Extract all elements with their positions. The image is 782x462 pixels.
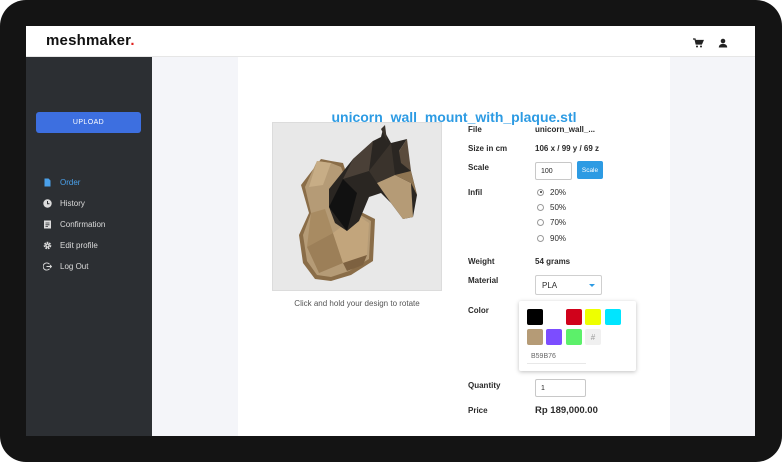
rotate-hint: Click and hold your design to rotate [294,299,420,308]
weight-value: 54 grams [535,257,571,266]
scale-button[interactable]: Scale [577,161,603,179]
model-preview[interactable] [272,122,442,291]
infill-option-90[interactable]: 90% [537,233,566,243]
sidebar-item-log-out[interactable]: Log Out [42,259,89,273]
color-swatch-red[interactable] [566,309,582,325]
logout-icon [42,261,53,271]
color-swatch-white[interactable] [546,309,562,325]
size-label: Size in cm [468,144,508,153]
material-label: Material [468,276,499,285]
top-navbar: meshmaker. [26,26,755,57]
radio-button[interactable] [537,218,544,226]
color-swatch-green[interactable] [566,329,582,345]
infill-option-label: 70% [550,217,567,227]
sidebar-item-confirmation[interactable]: Confirmation [43,217,105,231]
sidebar: UPLOAD Order History Confirmation Edit p… [26,57,152,436]
infill-option-70[interactable]: 70% [537,217,566,227]
clock-icon [43,198,52,208]
sidebar-item-order[interactable]: Order [43,175,80,189]
sidebar-item-label: Edit profile [60,240,98,250]
app-window: meshmaker. UPLOAD Order History Confirma… [26,26,755,436]
upload-button[interactable]: UPLOAD [36,112,141,133]
color-swatch-yellow[interactable] [585,309,601,325]
color-swatch-black[interactable] [527,309,543,325]
sidebar-item-edit-profile[interactable]: Edit profile [43,238,98,252]
sidebar-item-history[interactable]: History [43,196,85,210]
sidebar-item-label: History [60,198,85,208]
cart-icon[interactable] [692,36,704,48]
infill-option-label: 20% [550,187,567,197]
logo[interactable]: meshmaker. [46,32,135,49]
price-label: Price [468,406,488,415]
color-label: Color [468,306,489,315]
custom-color-swatch[interactable]: # [585,329,601,345]
color-swatch-cyan[interactable] [605,309,621,325]
chevron-down-icon [589,284,595,287]
price-value: Rp 189,000.00 [535,405,598,416]
infill-option-50[interactable]: 50% [537,202,566,212]
color-picker: # [519,301,636,371]
device-frame: meshmaker. UPLOAD Order History Confirma… [0,0,782,462]
document-icon [43,220,52,229]
file-icon [43,178,52,187]
color-swatch-purple[interactable] [546,329,562,345]
scale-input[interactable] [535,162,572,180]
material-select[interactable]: PLA [535,275,602,295]
file-value: unicorn_wall_... [535,125,596,134]
radio-button[interactable] [537,234,544,242]
material-value: PLA [542,280,558,290]
logo-dot: . [130,32,135,49]
logo-text: meshmaker [46,32,131,49]
size-value: 106 x / 99 y / 69 z [535,144,600,153]
infill-label: Infil [468,188,483,197]
infill-option-20[interactable]: 20% [537,187,566,197]
user-icon[interactable] [717,36,729,48]
sidebar-item-label: Order [60,177,81,187]
infill-option-label: 50% [550,202,567,212]
infill-option-label: 90% [550,233,567,243]
quantity-label: Quantity [468,381,501,390]
gear-icon [43,241,52,250]
radio-button[interactable] [537,203,544,211]
color-swatch-tan[interactable] [527,329,543,345]
sidebar-item-label: Log Out [60,261,89,271]
sidebar-item-label: Confirmation [60,219,106,229]
quantity-input[interactable] [535,379,586,397]
scale-label: Scale [468,163,489,172]
model-render-image [299,125,417,281]
weight-label: Weight [468,257,495,266]
file-label: File [468,125,482,134]
hex-color-input[interactable] [527,349,586,364]
radio-button[interactable] [537,188,544,196]
order-card: unicorn_wall_mount_with_plaque.stl Click… [238,57,670,436]
